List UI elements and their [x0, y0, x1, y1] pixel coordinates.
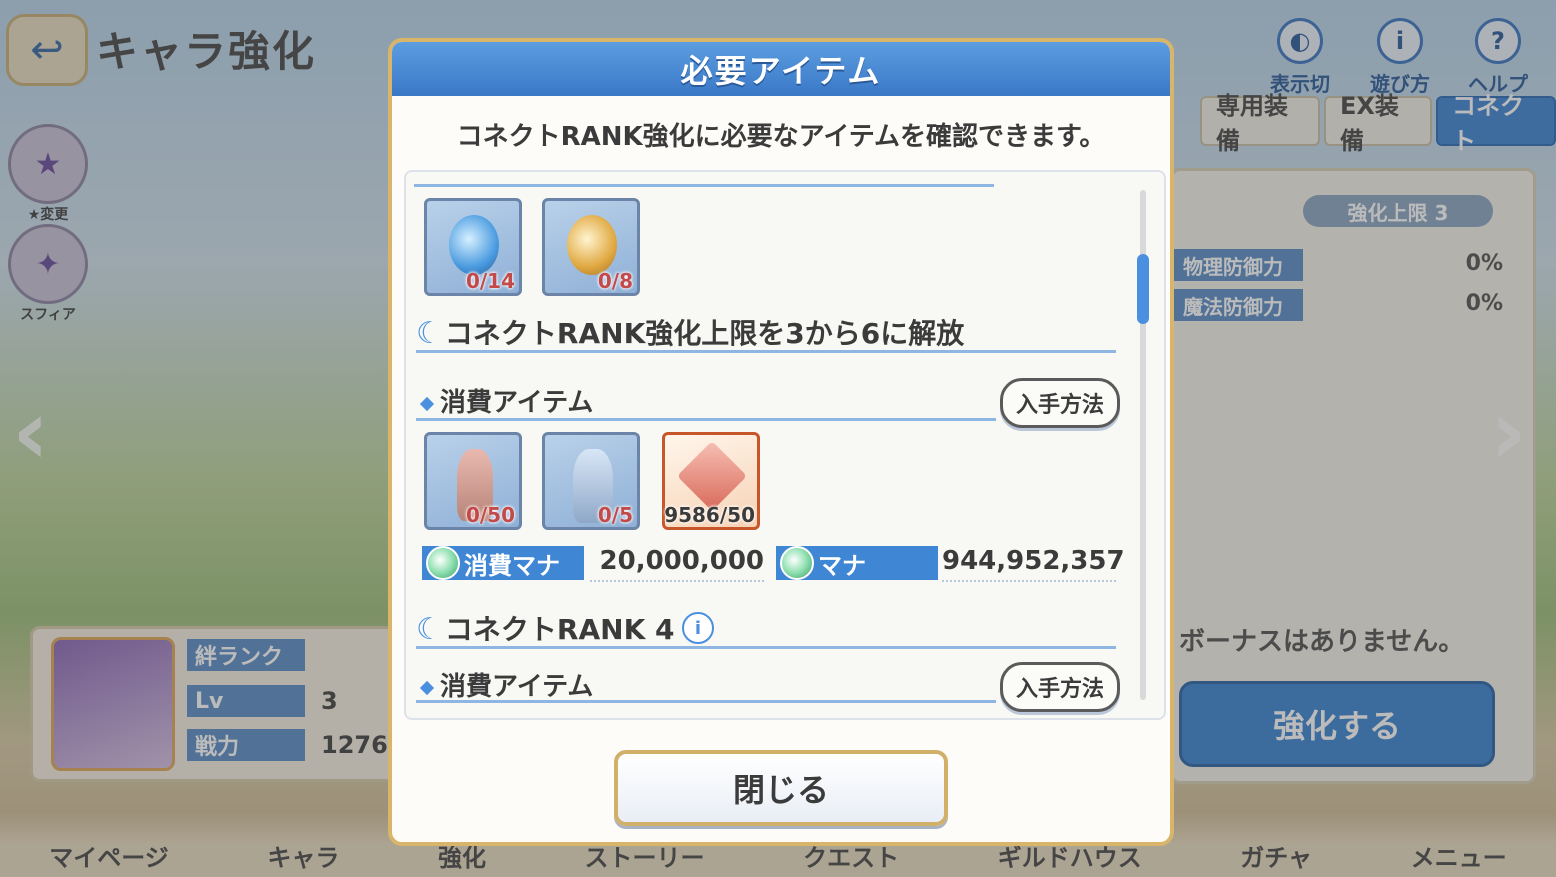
- crystal-icon: [676, 440, 748, 512]
- section-underline: [416, 646, 1116, 649]
- get-method-button[interactable]: 入手方法: [1000, 378, 1120, 428]
- item-count: 0/14: [465, 269, 515, 293]
- item-icon[interactable]: 0/50: [424, 432, 522, 530]
- section-underline: [416, 350, 1116, 353]
- modal-title: 必要アイテム: [680, 52, 882, 90]
- scroll-thumb[interactable]: [1137, 254, 1149, 324]
- required-items-modal: 必要アイテム コネクトRANK強化に必要なアイテムを確認できます。 0/14 0…: [388, 38, 1174, 846]
- section-title: ☾コネクトRANK 4: [416, 612, 675, 647]
- section-underline: [416, 700, 996, 703]
- item-icon[interactable]: 9586/50: [662, 432, 760, 530]
- item-count: 0/5: [597, 503, 633, 527]
- get-method-button[interactable]: 入手方法: [1000, 662, 1120, 712]
- mana-icon: [780, 546, 814, 580]
- item-icon[interactable]: 0/14: [424, 198, 522, 296]
- item-count: 0/8: [597, 269, 633, 293]
- item-count: 9586/50: [664, 503, 755, 527]
- mana-owned-label: マナ: [776, 546, 938, 580]
- modal-header: 必要アイテム: [392, 42, 1170, 96]
- orb-icon: [567, 215, 617, 275]
- item-icon[interactable]: 0/8: [542, 198, 640, 296]
- mana-cost-value: 20,000,000: [590, 546, 764, 582]
- consume-items-label: 消費アイテム: [419, 382, 593, 419]
- modal-description: コネクトRANK強化に必要なアイテムを確認できます。: [456, 122, 1106, 152]
- mana-cost-label: 消費マナ: [422, 546, 584, 580]
- diamond-bullet-icon: [419, 680, 435, 695]
- section-underline: [416, 418, 996, 421]
- section-flourish-icon: ☾: [416, 612, 443, 647]
- scrollbar[interactable]: [1137, 190, 1149, 700]
- required-items-list[interactable]: 0/14 0/8 ☾コネクトRANK強化上限を3から6に解放 消費アイテム 入手…: [404, 170, 1166, 720]
- section-flourish-icon: ☾: [416, 316, 443, 351]
- consume-items-label: 消費アイテム: [419, 666, 593, 703]
- section-title: ☾コネクトRANK強化上限を3から6に解放: [416, 316, 965, 351]
- orb-icon: [449, 215, 499, 275]
- item-count: 0/50: [465, 503, 515, 527]
- item-icon[interactable]: 0/5: [542, 432, 640, 530]
- close-button[interactable]: 閉じる: [614, 750, 948, 826]
- mana-owned-value: 944,952,357: [942, 546, 1125, 582]
- info-icon[interactable]: i: [682, 612, 714, 644]
- mana-icon: [426, 546, 460, 580]
- diamond-bullet-icon: [419, 396, 435, 411]
- section-underline: [414, 184, 994, 187]
